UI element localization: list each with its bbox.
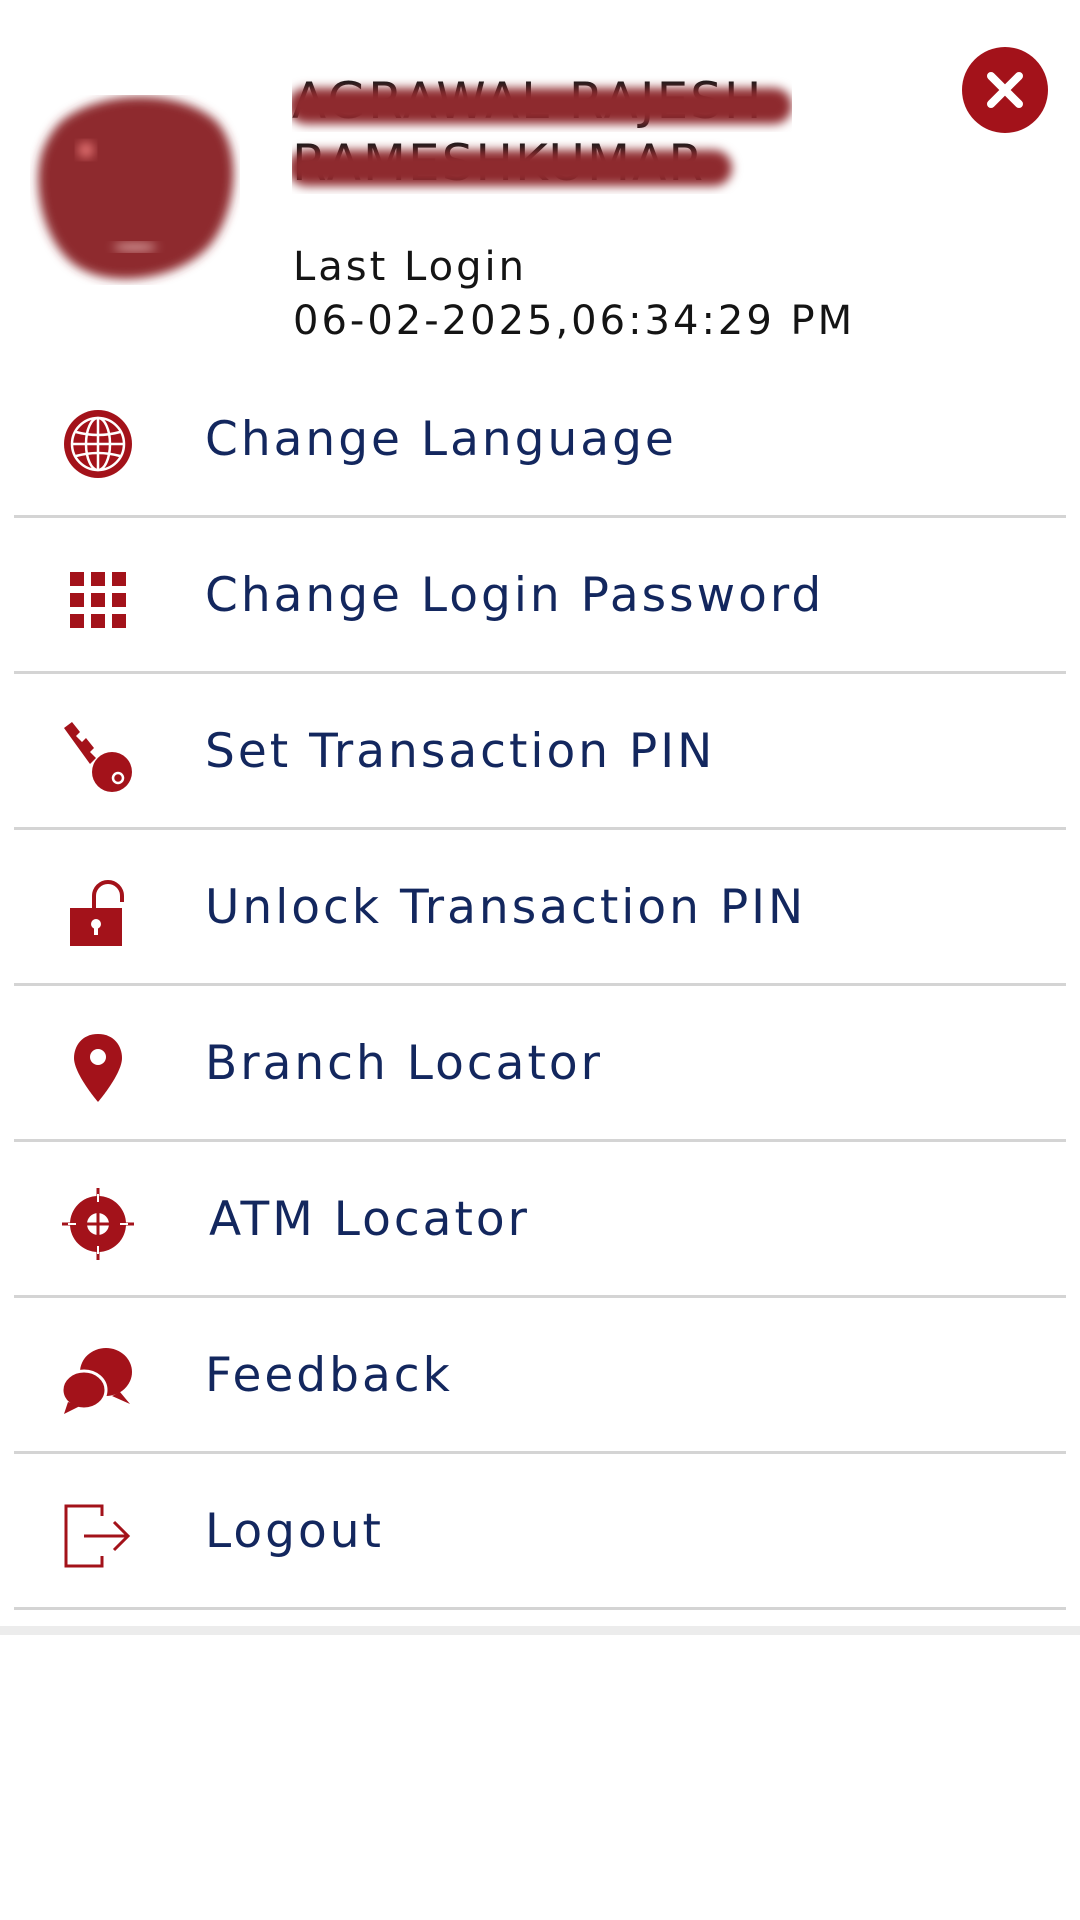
user-name-line-2: RAMESHKUMAR — [292, 132, 792, 194]
user-name-line-1: AGRAWAL RAJESH — [292, 70, 792, 132]
unlock-padlock-icon — [60, 874, 136, 950]
crosshair-target-icon — [60, 1186, 136, 1262]
user-name: AGRAWAL RAJESH RAMESHKUMAR — [292, 70, 792, 194]
avatar — [30, 95, 240, 285]
menu-item-label: ATM Locator — [209, 1192, 530, 1247]
menu-item-change-login-password[interactable]: Change Login Password — [0, 518, 1080, 674]
menu-item-label: Feedback — [205, 1348, 453, 1403]
redaction-overlay — [292, 88, 792, 124]
key-icon — [60, 718, 136, 794]
menu-item-label: Unlock Transaction PIN — [205, 880, 807, 935]
map-pin-icon — [60, 1030, 136, 1106]
menu-item-label: Change Login Password — [205, 568, 825, 623]
menu-item-set-transaction-pin[interactable]: Set Transaction PIN — [0, 674, 1080, 830]
menu-item-label: Branch Locator — [205, 1036, 603, 1091]
menu-item-change-language[interactable]: Change Language — [0, 362, 1080, 518]
menu-item-branch-locator[interactable]: Branch Locator — [0, 986, 1080, 1142]
redaction-overlay — [292, 150, 732, 186]
menu-item-unlock-transaction-pin[interactable]: Unlock Transaction PIN — [0, 830, 1080, 986]
menu-item-logout[interactable]: Logout — [0, 1454, 1080, 1610]
chat-bubbles-icon — [60, 1342, 136, 1418]
logout-icon — [60, 1498, 136, 1574]
keypad-grid-icon — [60, 562, 136, 638]
last-login-info: Last Login 06-02-2025,06:34:29 PM — [293, 240, 855, 348]
menu-item-label: Logout — [205, 1504, 384, 1559]
menu-item-label: Set Transaction PIN — [205, 724, 716, 779]
globe-icon — [60, 406, 136, 482]
close-icon — [987, 72, 1023, 108]
last-login-label: Last Login — [293, 244, 527, 290]
divider — [14, 1607, 1066, 1610]
close-button[interactable] — [962, 47, 1048, 133]
menu-item-atm-locator[interactable]: ATM Locator — [0, 1142, 1080, 1298]
profile-header: AGRAWAL RAJESH RAMESHKUMAR Last Login 06… — [0, 0, 1080, 360]
last-login-timestamp: 06-02-2025,06:34:29 PM — [293, 298, 856, 344]
menu-item-label: Change Language — [205, 412, 677, 467]
side-menu: Change Language Change Login Password Se… — [0, 362, 1080, 1610]
menu-bottom-edge — [0, 1626, 1080, 1635]
menu-item-feedback[interactable]: Feedback — [0, 1298, 1080, 1454]
